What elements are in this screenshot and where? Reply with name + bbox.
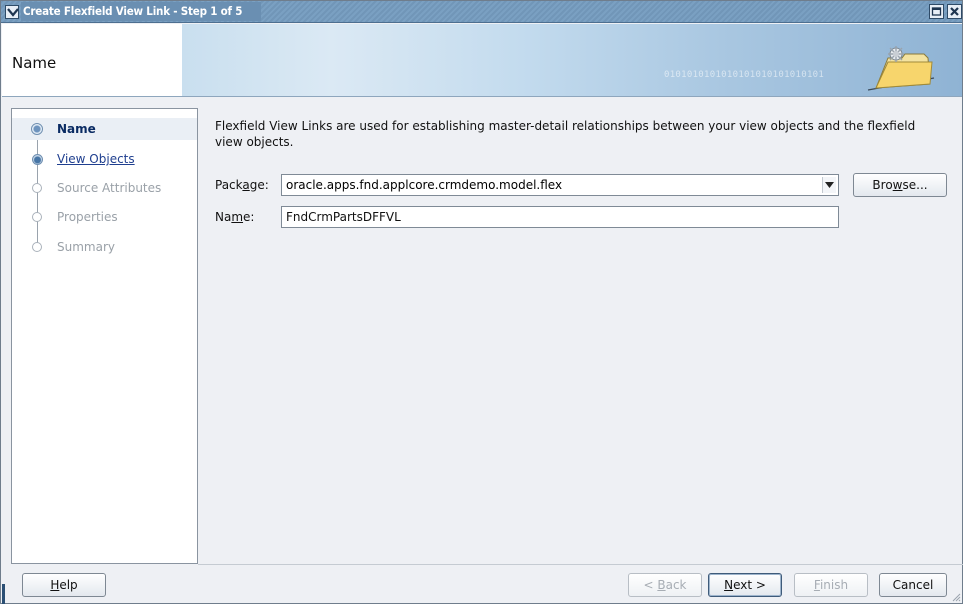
package-label: Package: <box>215 178 269 192</box>
package-value: oracle.apps.fnd.applcore.crmdemo.model.f… <box>286 178 563 192</box>
description-text: Flexfield View Links are used for establ… <box>215 119 916 149</box>
name-field[interactable] <box>281 206 839 228</box>
maximize-icon[interactable] <box>929 4 944 19</box>
step-name[interactable]: Name <box>12 118 197 140</box>
folder-icon <box>867 46 935 91</box>
footer-divider <box>198 564 963 565</box>
step-label: View Objects <box>57 152 135 166</box>
next-button[interactable]: Next > <box>708 573 782 597</box>
step-label: Summary <box>57 240 115 254</box>
page-title: Name <box>12 54 57 72</box>
step-icon <box>32 183 42 193</box>
step-label: Source Attributes <box>57 181 162 195</box>
wizard-steps-panel: Name View Objects Source Attributes Prop… <box>11 108 198 564</box>
cancel-button[interactable]: Cancel <box>879 573 947 597</box>
step-icon <box>31 153 43 165</box>
help-button[interactable]: Help <box>22 573 106 597</box>
step-active-icon <box>31 123 43 135</box>
name-label: Name: <box>215 210 255 224</box>
resize-grip-icon[interactable] <box>951 592 961 602</box>
step-label: Properties <box>57 210 118 224</box>
title-bar[interactable]: Create Flexfield View Link - Step 1 of 5 <box>1 1 962 23</box>
wizard-window: Create Flexfield View Link - Step 1 of 5… <box>0 0 963 604</box>
step-properties: Properties <box>12 206 197 228</box>
step-icon <box>32 212 42 222</box>
window-title: Create Flexfield View Link - Step 1 of 5 <box>23 4 243 18</box>
window-menu-icon[interactable] <box>5 5 19 19</box>
step-source-attributes: Source Attributes <box>12 177 197 199</box>
finish-button[interactable]: Finish <box>794 573 868 597</box>
step-summary: Summary <box>12 236 197 258</box>
step-label: Name <box>57 122 96 136</box>
chevron-down-icon[interactable] <box>822 177 836 193</box>
close-icon[interactable] <box>947 4 962 19</box>
step-icon <box>32 242 42 252</box>
package-combobox[interactable]: oracle.apps.fnd.applcore.crmdemo.model.f… <box>281 174 839 196</box>
back-button[interactable]: < Back <box>628 573 702 597</box>
browse-button[interactable]: Browse... <box>853 173 947 197</box>
step-view-objects[interactable]: View Objects <box>12 148 197 170</box>
wizard-header: Name 0101010101010101010101010101 <box>2 24 962 97</box>
binary-decoration: 0101010101010101010101010101 <box>664 70 825 80</box>
left-edge-marker <box>2 584 5 604</box>
